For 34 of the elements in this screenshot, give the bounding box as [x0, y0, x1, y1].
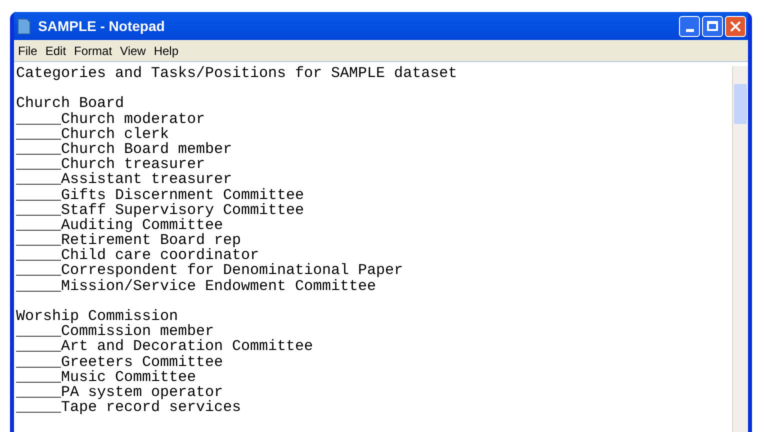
window-title: SAMPLE - Notepad [38, 16, 165, 36]
menu-item[interactable]: Format [70, 42, 116, 60]
text-line: _____Art and Decoration Committee [16, 339, 314, 355]
text-line: Church Board [16, 96, 124, 112]
text-line: Worship Commission [16, 309, 178, 324]
maximize-button[interactable] [702, 16, 723, 36]
text-line: _____Child care coordinator [16, 248, 260, 264]
text-line: _____Music Committee [16, 370, 196, 385]
menu-item[interactable]: Help [150, 42, 183, 60]
menu-item[interactable]: View [116, 42, 150, 60]
scrollbar[interactable] [732, 66, 748, 432]
text-line: _____Staff Supervisory Committee [16, 202, 304, 218]
text-line: _____Church Board member [16, 142, 232, 158]
text-line: _____Church treasurer [16, 157, 206, 172]
text-line: _____PA system operator [16, 384, 224, 400]
close-icon [730, 20, 741, 32]
text-line: _____Commission member [16, 324, 214, 340]
notepad-icon [16, 17, 32, 35]
text-line: _____Mission/Service Endowment Committee [16, 278, 376, 294]
text-line: _____Greeters Committee [16, 354, 224, 370]
text-line: _____Retirement Board rep [16, 233, 242, 248]
menu-item[interactable]: File [14, 42, 42, 60]
text-line: _____Gifts Discernment Committee [16, 188, 304, 203]
text-line: _____Church moderator [16, 112, 206, 127]
text-line: _____Tape record services [16, 400, 242, 416]
close-button[interactable] [725, 16, 746, 36]
text-line: _____Church clerk [16, 126, 170, 142]
menu-item[interactable]: Edit [41, 42, 70, 60]
minimize-button[interactable] [679, 16, 700, 36]
text-line: _____Correspondent for Denominational Paper [16, 263, 404, 279]
text-line: Categories and Tasks/Positions for SAMPLE dataset [16, 66, 458, 82]
text-line: _____Assistant treasurer [16, 172, 232, 188]
scroll-thumb[interactable] [734, 84, 747, 124]
text-line: _____Auditing Committee [16, 218, 224, 234]
